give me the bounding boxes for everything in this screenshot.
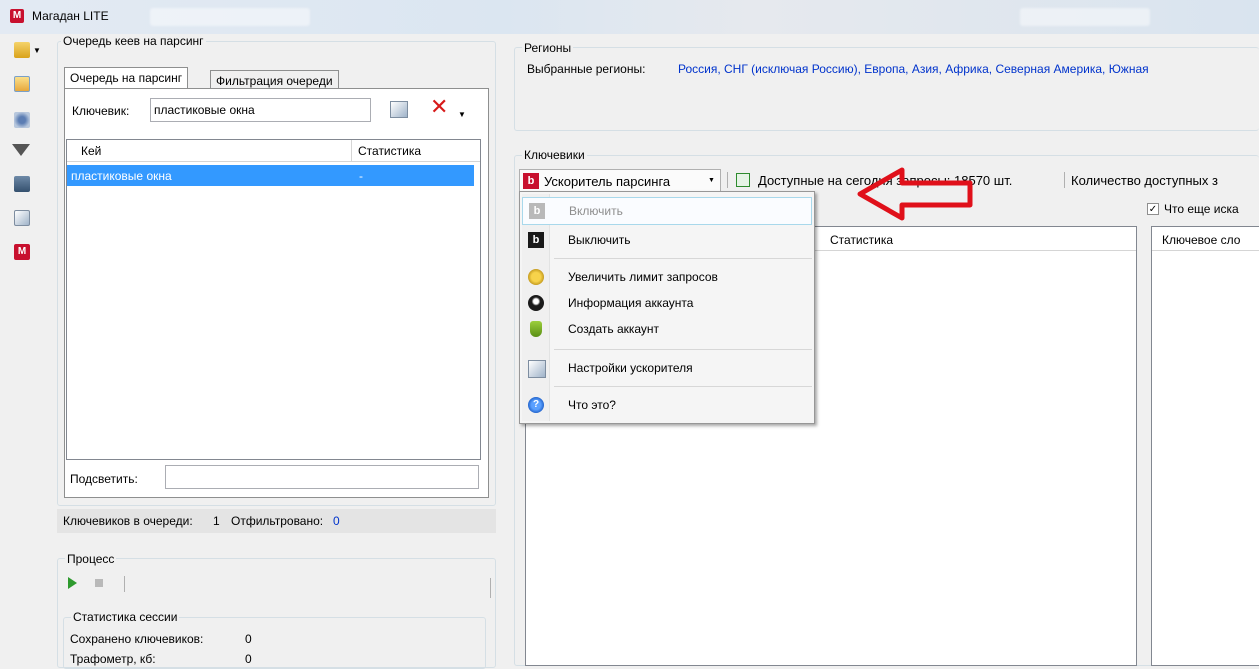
column-header-stat[interactable]: Статистика [830,233,893,247]
saved-keywords-value: 0 [245,632,252,646]
menu-separator [554,258,812,259]
menu-item-account-info[interactable]: Информация аккаунта [522,290,812,316]
delete-icon[interactable]: ✕ [430,96,448,118]
accelerator-icon: b [523,173,539,189]
highlight-input[interactable] [165,465,479,489]
settings-icon [528,360,546,378]
project-icon[interactable] [14,42,30,58]
menu-item-label: Выключить [568,233,631,247]
queue-table [66,139,481,460]
menu-item-label: Настройки ускорителя [568,361,693,375]
accelerator-off-icon: b [528,232,544,248]
toolbar-separator [490,578,491,598]
open-folder-icon[interactable] [14,76,30,92]
keyword-label: Ключевик: [72,104,130,118]
keyword-input[interactable] [150,98,371,122]
chevron-down-icon[interactable]: ▼ [33,46,41,55]
menu-separator [554,386,812,387]
magadan-logo-icon[interactable]: М [14,244,30,260]
regions-group-label: Регионы [522,41,574,55]
menu-item-label: Что это? [568,398,616,412]
column-header-key[interactable]: Кей [81,144,101,158]
background-window-tab [1020,8,1150,26]
also-search-table [1151,226,1259,666]
vertical-toolbar: ▼ М [0,34,50,666]
in-queue-value: 1 [213,514,220,528]
row-key-cell: пластиковые окна [71,169,172,183]
column-divider [351,140,352,162]
refresh-icon[interactable] [736,173,750,187]
traffic-label: Трафометр, кб: [70,652,156,666]
available-count-label: Количество доступных з [1071,173,1218,188]
toolbar-separator [124,576,125,592]
overflow-chevron-icon[interactable]: ▼ [458,110,466,119]
menu-item-enable[interactable]: b Включить [522,197,812,225]
regions-groupbox [514,47,1259,131]
menu-item-create-account[interactable]: Создать аккаунт [522,316,812,342]
menu-item-label: Включить [569,204,623,218]
keywords-group-label: Ключевики [522,148,587,162]
menu-item-what-is-this[interactable]: ? Что это? [522,392,812,418]
title-bar: М Магадан LITE [0,0,1259,34]
menu-separator [554,349,812,350]
menu-item-increase-limit[interactable]: Увеличить лимит запросов [522,264,812,290]
stop-icon[interactable] [95,579,103,587]
toolbar-separator [1064,172,1065,188]
toolbar-separator [727,172,728,188]
tab-queue-filter[interactable]: Фильтрация очереди [210,70,339,89]
account-info-icon [528,295,544,311]
menu-item-accelerator-settings[interactable]: Настройки ускорителя [522,355,812,381]
menu-item-label: Увеличить лимит запросов [568,270,718,284]
accelerator-button[interactable]: b Ускоритель парсинга ▼ [519,169,721,192]
menu-item-disable[interactable]: b Выключить [522,227,812,253]
saved-keywords-label: Сохранено ключевиков: [70,632,204,646]
column-header-keyword[interactable]: Ключевое сло [1162,233,1240,247]
window-title: Магадан LITE [32,9,109,23]
create-account-icon [530,321,542,337]
gears-icon[interactable] [14,112,30,128]
play-icon[interactable] [68,577,77,589]
filtered-value: 0 [333,514,340,528]
coins-icon [528,269,544,285]
background-window-tab [150,8,310,26]
also-search-label: Что еще иска [1164,202,1239,216]
table-row[interactable]: пластиковые окна - [67,165,474,186]
highlight-label: Подсветить: [70,472,138,486]
app-logo-icon: М [10,9,24,23]
session-stats-label: Статистика сессии [71,610,180,624]
settings-icon[interactable] [390,101,408,118]
monitor-icon[interactable] [14,176,30,192]
menu-item-label: Информация аккаунта [568,296,694,310]
filtered-label: Отфильтровано: [231,514,324,528]
tab-parsing-queue[interactable]: Очередь на парсинг [64,67,189,89]
process-group-label: Процесс [65,552,117,566]
annotation-arrow-icon [857,167,973,221]
selected-regions-label: Выбранные регионы: [527,62,646,76]
accelerator-menu: b Включить b Выключить Увеличить лимит з… [519,191,815,424]
column-header-stat[interactable]: Статистика [358,144,421,158]
in-queue-label: Ключевиков в очереди: [63,514,193,528]
settings-icon[interactable] [14,210,30,226]
row-stat-cell: - [359,169,363,183]
chevron-down-icon: ▼ [708,177,715,184]
menu-item-label: Создать аккаунт [568,322,660,336]
queue-status-bar: Ключевиков в очереди: 1 Отфильтровано: 0 [57,509,496,533]
help-icon: ? [528,397,544,413]
selected-regions-value[interactable]: Россия, СНГ (исключая Россию), Европа, А… [678,62,1149,76]
accelerator-label: Ускоритель парсинга [544,174,671,189]
filter-icon[interactable] [12,144,30,156]
accelerator-on-icon: b [529,203,545,219]
traffic-value: 0 [245,652,252,666]
also-search-checkbox[interactable]: ✓ [1147,203,1159,215]
queue-group-label: Очередь кеев на парсинг [61,34,206,48]
